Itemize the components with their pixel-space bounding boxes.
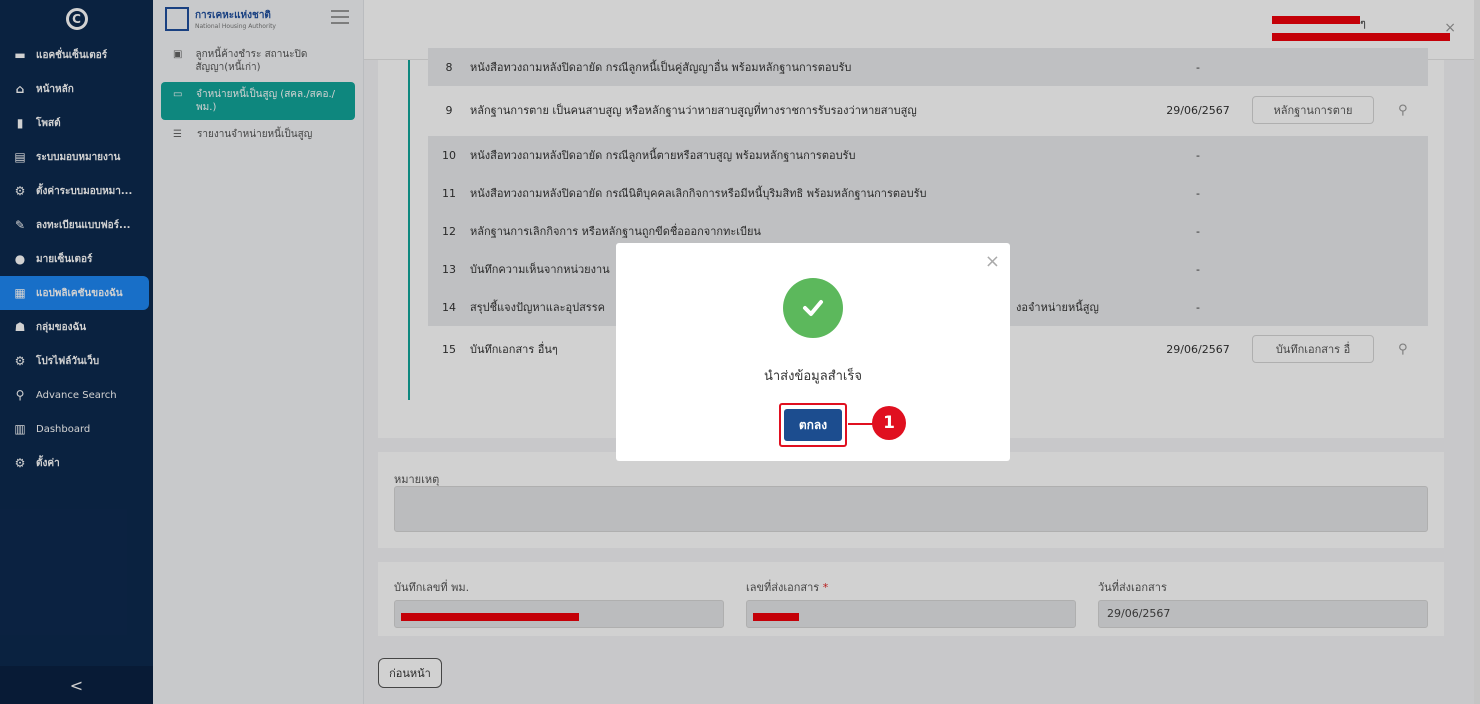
callout-connector xyxy=(848,423,874,425)
success-dialog: × นำส่งข้อมูลสำเร็จ ตกลง xyxy=(616,243,1010,461)
ok-button[interactable]: ตกลง xyxy=(784,409,842,441)
close-icon[interactable]: × xyxy=(985,251,1000,272)
ok-button-highlight: ตกลง xyxy=(779,403,847,447)
success-message: นำส่งข้อมูลสำเร็จ xyxy=(764,369,862,384)
step-callout-badge: 1 xyxy=(872,406,906,440)
success-check-icon xyxy=(783,278,843,338)
